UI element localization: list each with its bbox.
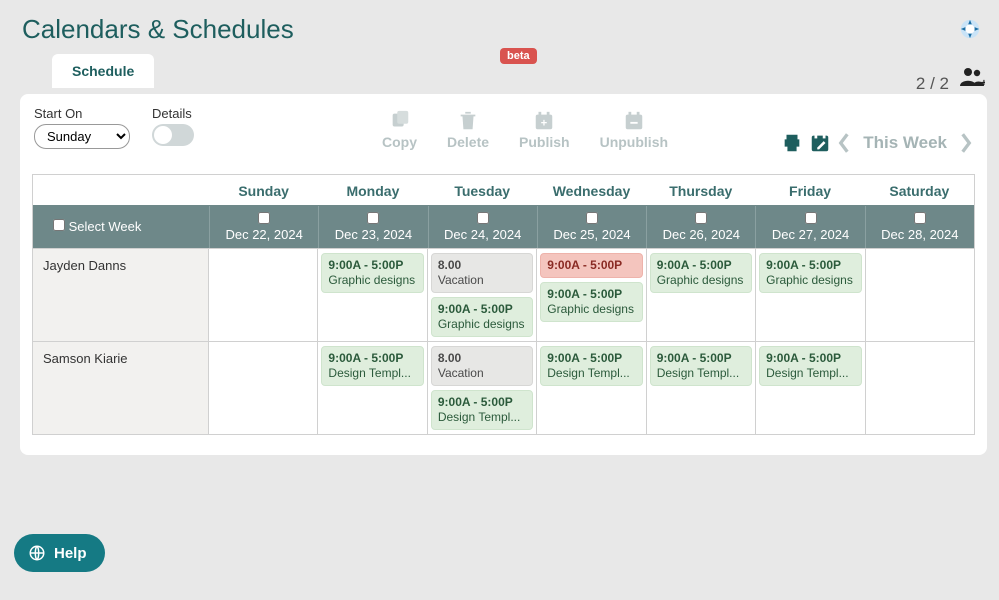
day-date-header[interactable]: Dec 24, 2024 (428, 206, 537, 248)
day-date-header[interactable]: Dec 27, 2024 (755, 206, 864, 248)
day-checkbox[interactable] (914, 212, 926, 224)
day-date-header[interactable]: Dec 22, 2024 (209, 206, 318, 248)
calendar-edit-icon[interactable] (809, 132, 831, 154)
day-header: Monday (318, 175, 427, 205)
day-date-header[interactable]: Dec 23, 2024 (318, 206, 427, 248)
help-label: Help (54, 545, 87, 562)
delete-label: Delete (447, 134, 489, 150)
day-header: Wednesday (537, 175, 646, 205)
shift-block[interactable]: 8.00Vacation (431, 253, 533, 293)
shift-block[interactable]: 9:00A - 5:00PDesign Templ... (321, 346, 423, 386)
table-row: Jayden Danns 9:00A - 5:00PGraphic designs… (33, 248, 974, 341)
tab-schedule[interactable]: Schedule (52, 54, 154, 88)
page-title: Calendars & Schedules (0, 0, 999, 55)
svg-text:+: + (981, 78, 985, 88)
day-checkbox[interactable] (805, 212, 817, 224)
table-row: Samson Kiarie 9:00A - 5:00PDesign Templ..… (33, 341, 974, 434)
day-header: Friday (755, 175, 864, 205)
shift-block[interactable]: 9:00A - 5:00PGraphic designs (431, 297, 533, 337)
day-header: Tuesday (428, 175, 537, 205)
day-cell[interactable] (209, 342, 318, 434)
select-week-label: Select Week (69, 219, 142, 234)
people-icon[interactable]: + (959, 66, 985, 94)
day-checkbox[interactable] (586, 212, 598, 224)
day-checkbox[interactable] (477, 212, 489, 224)
employee-name[interactable]: Jayden Danns (33, 249, 209, 341)
help-button[interactable]: Help (14, 534, 105, 572)
delete-button[interactable]: Delete (447, 110, 489, 150)
day-cell[interactable]: 9:00A - 5:00PDesign Templ... (647, 342, 756, 434)
day-cell[interactable]: 9:00A - 5:00PDesign Templ... (318, 342, 427, 434)
shift-block[interactable]: 9:00A - 5:00PDesign Templ... (650, 346, 752, 386)
details-label: Details (152, 106, 194, 121)
schedule-card: Start On Sunday Details Copy Delete + Pu… (20, 94, 987, 455)
day-date-header[interactable]: Dec 28, 2024 (865, 206, 974, 248)
print-icon[interactable] (781, 132, 803, 154)
select-week-checkbox[interactable]: Select Week (53, 219, 141, 234)
shift-block[interactable]: 9:00A - 5:00PDesign Templ... (540, 346, 642, 386)
publish-label: Publish (519, 134, 570, 150)
day-cell[interactable]: 9:00A - 5:00PGraphic designs (647, 249, 756, 341)
schedule-grid: SundayMondayTuesdayWednesdayThursdayFrid… (32, 174, 975, 435)
day-date-header[interactable]: Dec 25, 2024 (537, 206, 646, 248)
day-cell[interactable] (866, 342, 974, 434)
day-header: Saturday (865, 175, 974, 205)
lifesaver-icon[interactable] (959, 18, 981, 40)
day-cell[interactable] (866, 249, 974, 341)
day-cell[interactable]: 9:00A - 5:00PDesign Templ... (756, 342, 865, 434)
day-checkbox[interactable] (695, 212, 707, 224)
svg-text:+: + (541, 118, 547, 130)
day-cell[interactable]: 9:00A - 5:00PDesign Templ... (537, 342, 646, 434)
prev-week-icon[interactable] (837, 132, 851, 154)
shift-block[interactable]: 8.00Vacation (431, 346, 533, 386)
day-header: Thursday (646, 175, 755, 205)
details-toggle[interactable] (152, 124, 194, 146)
unpublish-button[interactable]: Unpublish (600, 110, 668, 150)
start-on-label: Start On (34, 106, 130, 121)
shift-block[interactable]: 9:00A - 5:00PGraphic designs (650, 253, 752, 293)
shift-block[interactable]: 9:00A - 5:00PGraphic designs (540, 282, 642, 322)
day-cell[interactable] (209, 249, 318, 341)
unpublish-label: Unpublish (600, 134, 668, 150)
shift-block[interactable]: 9:00A - 5:00PGraphic designs (759, 253, 861, 293)
next-week-icon[interactable] (959, 132, 973, 154)
copy-button[interactable]: Copy (382, 110, 417, 150)
start-on-select[interactable]: Sunday (34, 124, 130, 149)
people-count: 2 / 2 (916, 74, 949, 94)
shift-block[interactable]: 9:00A - 5:00P (540, 253, 642, 278)
shift-block[interactable]: 9:00A - 5:00PDesign Templ... (759, 346, 861, 386)
day-cell[interactable]: 9:00A - 5:00PGraphic designs (318, 249, 427, 341)
day-cell[interactable]: 8.00Vacation9:00A - 5:00PDesign Templ... (428, 342, 537, 434)
beta-badge: beta (500, 48, 537, 64)
globe-icon (28, 544, 46, 562)
day-cell[interactable]: 8.00Vacation9:00A - 5:00PGraphic designs (428, 249, 537, 341)
day-cell[interactable]: 9:00A - 5:00P 9:00A - 5:00PGraphic design… (537, 249, 646, 341)
publish-button[interactable]: + Publish (519, 110, 570, 150)
day-date-header[interactable]: Dec 26, 2024 (646, 206, 755, 248)
this-week-button[interactable]: This Week (863, 133, 947, 153)
day-checkbox[interactable] (367, 212, 379, 224)
day-checkbox[interactable] (258, 212, 270, 224)
employee-name[interactable]: Samson Kiarie (33, 342, 209, 434)
day-header: Sunday (209, 175, 318, 205)
shift-block[interactable]: 9:00A - 5:00PGraphic designs (321, 253, 423, 293)
shift-block[interactable]: 9:00A - 5:00PDesign Templ... (431, 390, 533, 430)
day-cell[interactable]: 9:00A - 5:00PGraphic designs (756, 249, 865, 341)
copy-label: Copy (382, 134, 417, 150)
